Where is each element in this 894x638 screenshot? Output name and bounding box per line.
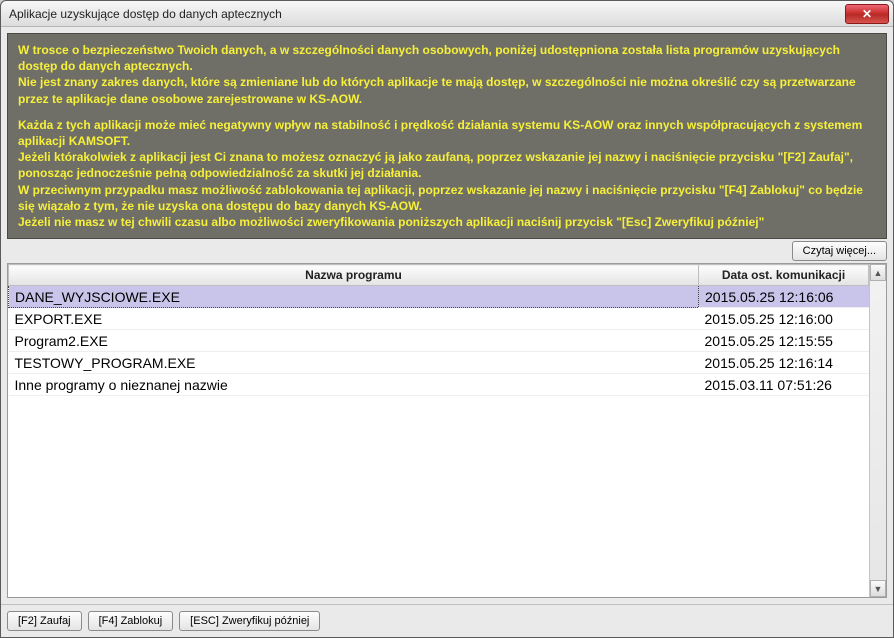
notice-paragraph-2: Każda z tych aplikacji może mieć negatyw… [18, 117, 876, 230]
footer-buttons: [F2] Zaufaj [F4] Zablokuj [ESC] Zweryfik… [1, 604, 893, 637]
trust-button[interactable]: [F2] Zaufaj [7, 611, 82, 631]
cell-last-communication: 2015.03.11 07:51:26 [699, 374, 869, 396]
table-row[interactable]: DANE_WYJSCIOWE.EXE2015.05.25 12:16:06 [9, 286, 869, 308]
table-row[interactable]: Program2.EXE2015.05.25 12:15:55 [9, 330, 869, 352]
programs-table-container: Nazwa programu Data ost. komunikacji DAN… [7, 263, 887, 598]
scroll-track[interactable] [870, 281, 886, 580]
warning-notice: W trosce o bezpieczeństwo Twoich danych,… [7, 33, 887, 239]
cell-last-communication: 2015.05.25 12:16:00 [699, 308, 869, 330]
dialog-window: Aplikacje uzyskujące dostęp do danych ap… [0, 0, 894, 638]
cell-program-name: Inne programy o nieznanej nazwie [9, 374, 699, 396]
read-more-row: Czytaj więcej... [7, 239, 887, 263]
close-button[interactable]: ✕ [845, 4, 889, 24]
titlebar: Aplikacje uzyskujące dostęp do danych ap… [1, 1, 893, 27]
col-header-date[interactable]: Data ost. komunikacji [699, 265, 869, 286]
vertical-scrollbar[interactable]: ▲ ▼ [869, 264, 886, 597]
table-row[interactable]: Inne programy o nieznanej nazwie2015.03.… [9, 374, 869, 396]
programs-table-scroll: Nazwa programu Data ost. komunikacji DAN… [8, 264, 869, 597]
cell-last-communication: 2015.05.25 12:16:06 [699, 286, 869, 308]
cell-last-communication: 2015.05.25 12:16:14 [699, 352, 869, 374]
cell-last-communication: 2015.05.25 12:15:55 [699, 330, 869, 352]
cell-program-name: EXPORT.EXE [9, 308, 699, 330]
verify-later-button[interactable]: [ESC] Zweryfikuj później [179, 611, 320, 631]
scroll-up-arrow-icon[interactable]: ▲ [870, 264, 886, 281]
close-icon: ✕ [862, 8, 872, 20]
col-header-name[interactable]: Nazwa programu [9, 265, 699, 286]
scroll-down-arrow-icon[interactable]: ▼ [870, 580, 886, 597]
content-area: W trosce o bezpieczeństwo Twoich danych,… [1, 27, 893, 604]
cell-program-name: DANE_WYJSCIOWE.EXE [9, 286, 699, 308]
window-title: Aplikacje uzyskujące dostęp do danych ap… [9, 7, 845, 21]
cell-program-name: TESTOWY_PROGRAM.EXE [9, 352, 699, 374]
programs-table: Nazwa programu Data ost. komunikacji DAN… [8, 264, 869, 396]
table-row[interactable]: TESTOWY_PROGRAM.EXE2015.05.25 12:16:14 [9, 352, 869, 374]
notice-paragraph-1: W trosce o bezpieczeństwo Twoich danych,… [18, 42, 876, 107]
read-more-button[interactable]: Czytaj więcej... [792, 241, 887, 261]
cell-program-name: Program2.EXE [9, 330, 699, 352]
table-row[interactable]: EXPORT.EXE2015.05.25 12:16:00 [9, 308, 869, 330]
block-button[interactable]: [F4] Zablokuj [88, 611, 174, 631]
